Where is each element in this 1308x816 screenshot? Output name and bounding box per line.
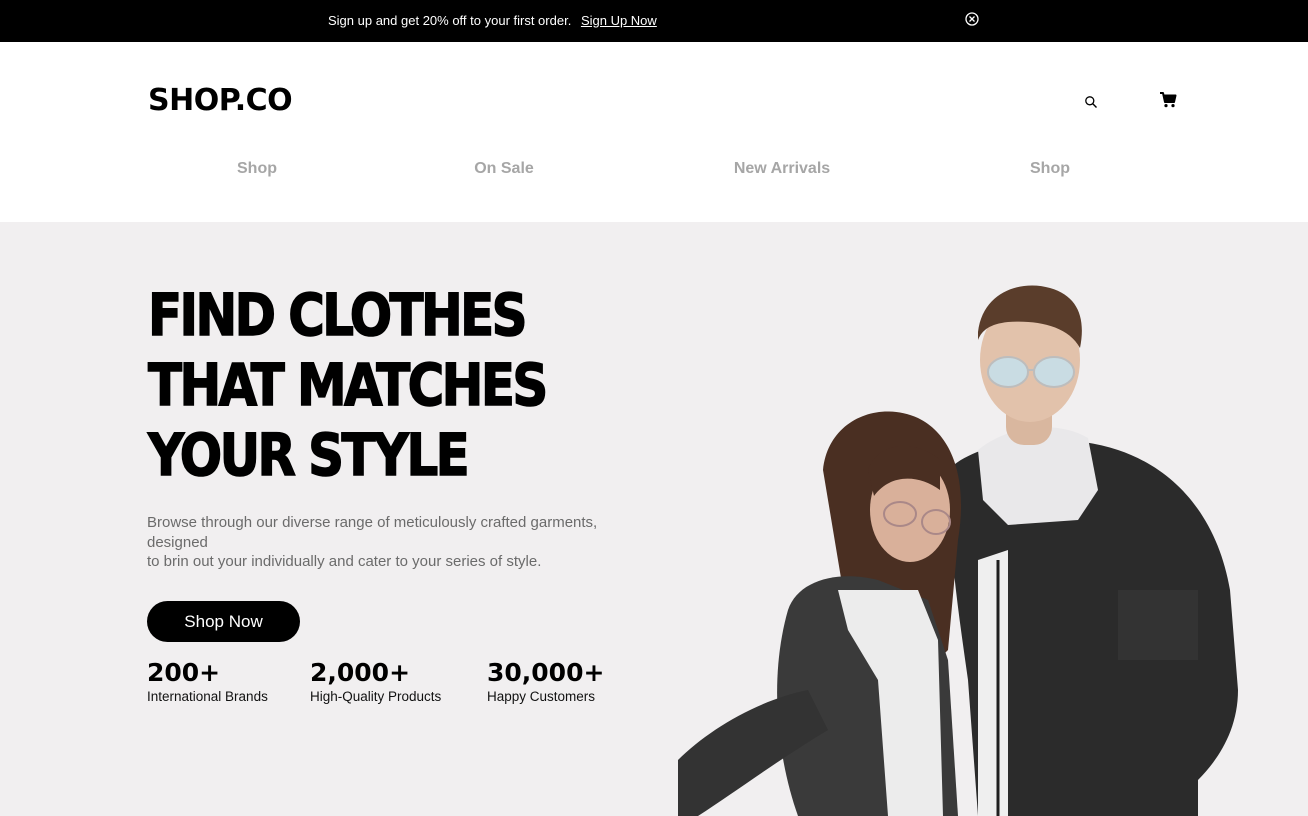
description-line: Browse through our diverse range of meti… xyxy=(147,514,598,531)
stat-label: Happy Customers xyxy=(487,689,596,704)
headline-line: THAT MATCHES xyxy=(147,350,549,420)
logo[interactable]: SHOP.CO xyxy=(148,84,293,118)
stat-value: 2,000+ xyxy=(310,658,411,687)
nav-item-on-sale[interactable]: On Sale xyxy=(474,160,534,178)
announcement-text: Sign up and get 20% off to your first or… xyxy=(328,13,572,28)
stat-label: High-Quality Products xyxy=(310,689,442,704)
cart-icon[interactable] xyxy=(1159,91,1177,109)
sign-up-link[interactable]: Sign Up Now xyxy=(581,13,657,28)
announcement-bar: Sign up and get 20% off to your first or… xyxy=(0,0,1308,42)
announcement-message: Sign up and get 20% off to your first or… xyxy=(328,13,657,29)
stat-value: 30,000+ xyxy=(487,658,605,687)
search-icon[interactable] xyxy=(1084,95,1098,109)
stat-label: International Brands xyxy=(147,689,268,704)
headline-line: YOUR STYLE xyxy=(147,420,470,490)
nav-item-new-arrivals[interactable]: New Arrivals xyxy=(734,160,830,178)
hero-section: FIND CLOTHES THAT MATCHES YOUR STYLE Bro… xyxy=(0,222,1308,816)
hero-headline: FIND CLOTHES THAT MATCHES YOUR STYLE xyxy=(147,280,549,490)
hero-description: Browse through our diverse range of meti… xyxy=(147,513,667,572)
nav-item-shop-2[interactable]: Shop xyxy=(1030,160,1070,178)
headline-line: FIND CLOTHES xyxy=(147,280,528,350)
description-line: designed xyxy=(147,533,208,551)
stat-brands: 200+ International Brands xyxy=(147,658,268,705)
stat-products: 2,000+ High-Quality Products xyxy=(310,658,441,705)
stat-customers: 30,000+ Happy Customers xyxy=(487,658,604,705)
description-line: to brin out your individually and cater … xyxy=(147,553,542,570)
main-nav: Shop On Sale New Arrivals Shop xyxy=(0,160,1308,180)
shop-now-button[interactable]: Shop Now xyxy=(147,601,300,642)
hero-models-image xyxy=(678,285,1238,816)
close-icon[interactable] xyxy=(964,11,980,27)
stat-value: 200+ xyxy=(147,658,221,687)
nav-item-shop[interactable]: Shop xyxy=(237,160,277,178)
